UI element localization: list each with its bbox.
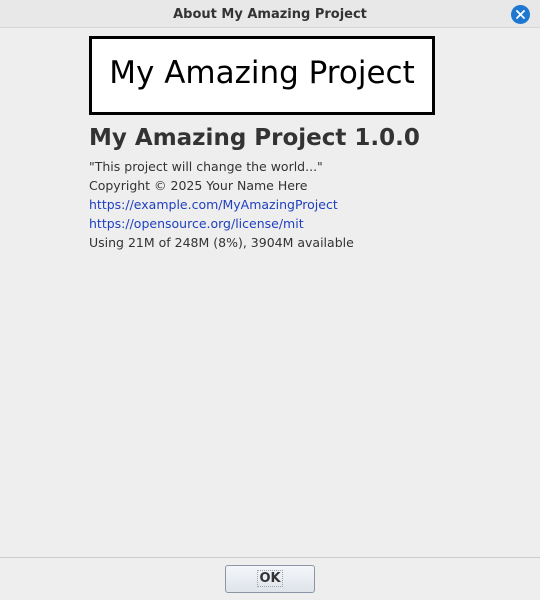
memory-usage: Using 21M of 248M (8%), 3904M available	[89, 235, 354, 250]
license-link[interactable]: https://opensource.org/license/mit	[89, 216, 304, 231]
tagline: "This project will change the world..."	[89, 159, 323, 174]
logo-text: My Amazing Project	[109, 55, 415, 91]
close-button[interactable]	[511, 5, 530, 24]
ok-button[interactable]: OK	[225, 565, 315, 593]
about-dialog: About My Amazing Project My Amazing Proj…	[0, 0, 540, 600]
window-title: About My Amazing Project	[173, 7, 367, 22]
copyright-text: Copyright © 2025 Your Name Here	[89, 178, 308, 193]
ok-button-label: OK	[257, 570, 283, 587]
project-logo: My Amazing Project	[89, 36, 435, 115]
app-name-version: My Amazing Project 1.0.0	[89, 125, 420, 151]
close-icon	[516, 10, 525, 19]
title-bar: About My Amazing Project	[0, 0, 540, 28]
homepage-link[interactable]: https://example.com/MyAmazingProject	[89, 197, 338, 212]
